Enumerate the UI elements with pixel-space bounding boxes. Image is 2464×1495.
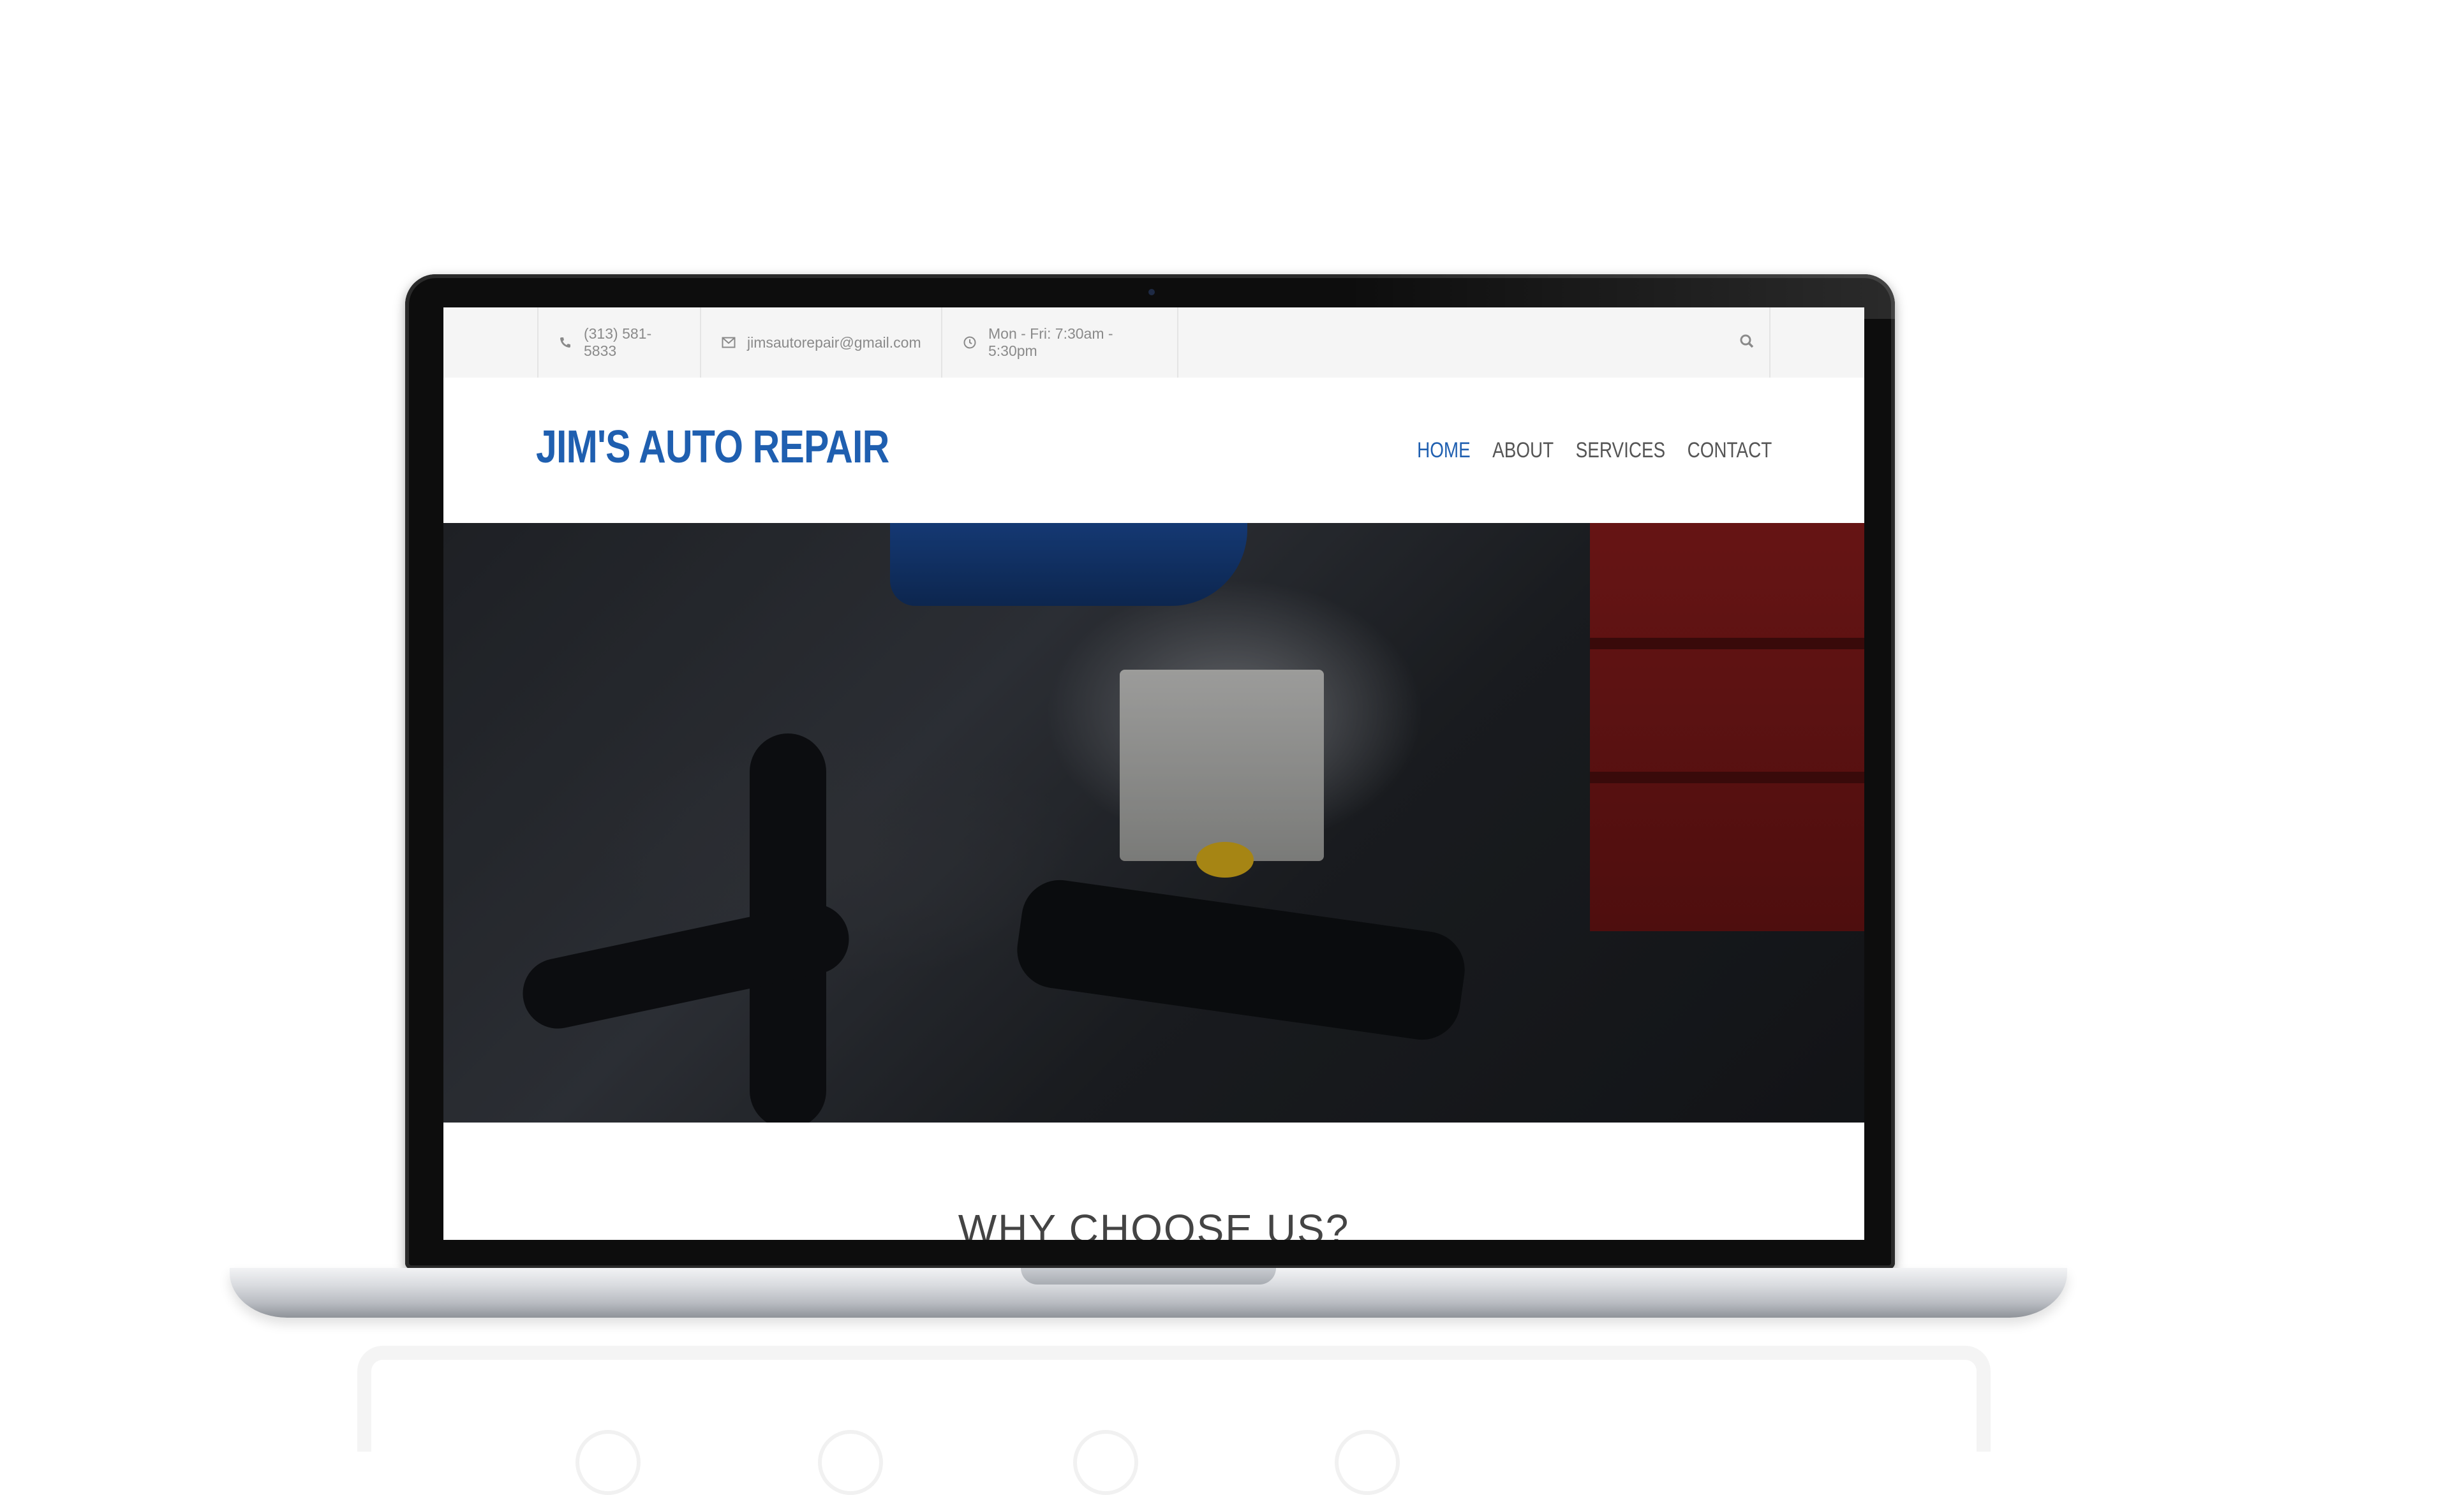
- divider: [1177, 307, 1178, 378]
- phone-number: (313) 581-5833: [583, 325, 652, 359]
- business-hours: Mon - Fri: 7:30am - 5:30pm: [988, 325, 1113, 359]
- email-address: jimsautorepair@gmail.com: [747, 334, 921, 351]
- top-info-bar: (313) 581-5833 jimsautorepair@gmail.com …: [443, 307, 1864, 378]
- nav-item-home[interactable]: HOME: [1417, 438, 1471, 463]
- section-title: WHY CHOOSE US?: [958, 1206, 1350, 1240]
- main-menu: HOME ABOUT SERVICES CONTACT: [1417, 438, 1772, 463]
- nav-item-contact[interactable]: CONTACT: [1687, 438, 1772, 463]
- laptop-notch: [1021, 1268, 1276, 1285]
- laptop-base: [230, 1268, 2067, 1318]
- phone-info[interactable]: (313) 581-5833: [537, 307, 700, 378]
- phone-icon: [559, 335, 572, 350]
- search-icon: [1739, 333, 1755, 353]
- website-screen: (313) 581-5833 jimsautorepair@gmail.com …: [443, 307, 1864, 1240]
- search-button[interactable]: [1700, 307, 1770, 378]
- clock-icon: [963, 335, 977, 350]
- hero-overlay: [443, 523, 1864, 1123]
- reflection-circle: [575, 1430, 641, 1495]
- main-navbar: JIM'S AUTO REPAIR HOME ABOUT SERVICES CO…: [443, 378, 1864, 523]
- envelope-icon: [722, 335, 736, 350]
- nav-item-services[interactable]: SERVICES: [1575, 438, 1665, 463]
- camera-icon: [1148, 289, 1155, 295]
- hero-image: [443, 523, 1864, 1123]
- site-logo[interactable]: JIM'S AUTO REPAIR: [536, 421, 889, 473]
- laptop-reflection: [357, 1346, 1991, 1495]
- reflection-circle: [1073, 1430, 1138, 1495]
- reflection-circle: [1335, 1430, 1400, 1495]
- nav-item-about[interactable]: ABOUT: [1492, 438, 1554, 463]
- hours-info: Mon - Fri: 7:30am - 5:30pm: [941, 307, 1177, 378]
- reflection-circle: [818, 1430, 883, 1495]
- email-info[interactable]: jimsautorepair@gmail.com: [700, 307, 941, 378]
